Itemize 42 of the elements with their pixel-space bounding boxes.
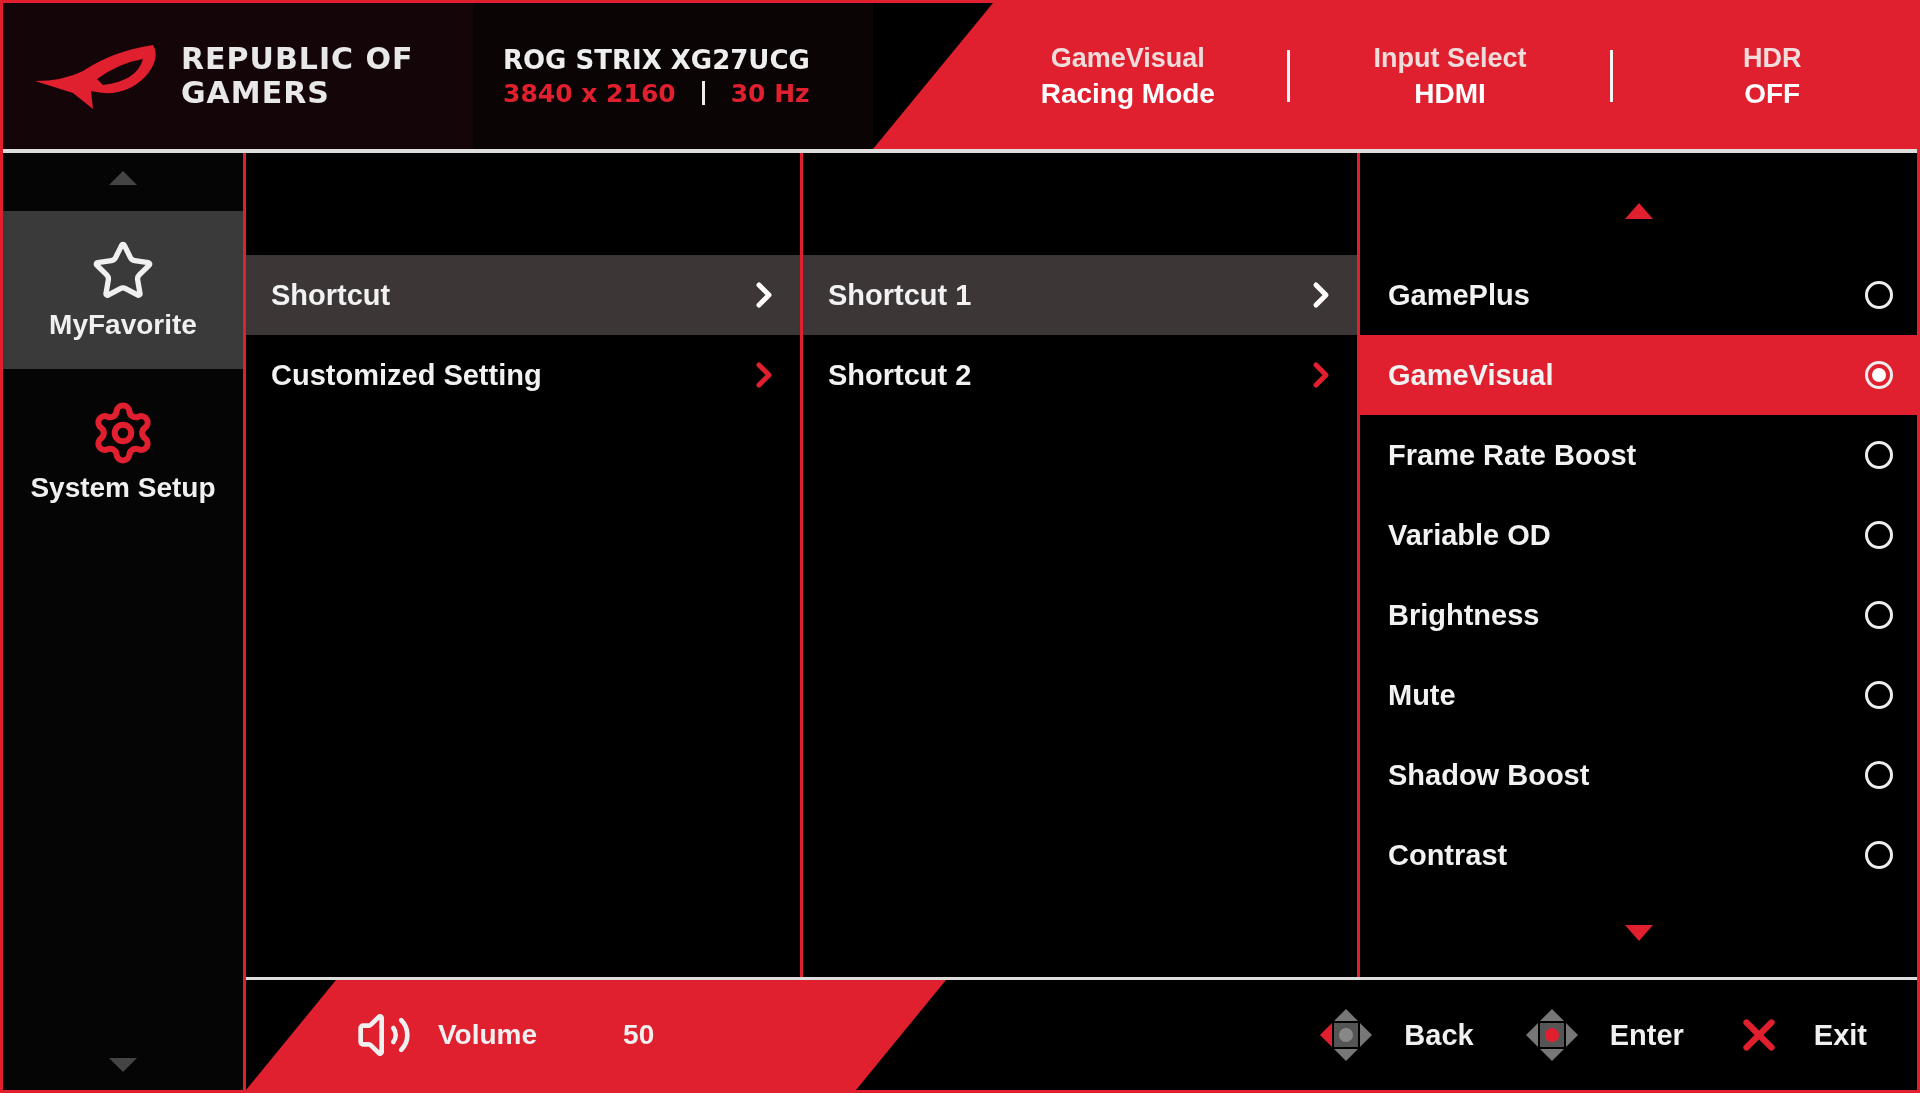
option-item[interactable]: GameVisual bbox=[1360, 335, 1917, 415]
radio-button[interactable] bbox=[1865, 761, 1893, 789]
refresh-rate-text: 30 Hz bbox=[730, 78, 810, 108]
radio-button[interactable] bbox=[1865, 521, 1893, 549]
control-hint: Exit bbox=[1813, 1018, 1867, 1052]
radio-button[interactable] bbox=[1865, 281, 1893, 309]
status-label: Input Select bbox=[1373, 42, 1527, 74]
control-hint: Enter bbox=[1609, 1018, 1684, 1052]
down-arrow-icon bbox=[109, 1058, 137, 1072]
radio-button[interactable] bbox=[1865, 441, 1893, 469]
resolution-text: 3840 x 2160 bbox=[503, 78, 676, 108]
status-value: Racing Mode bbox=[1040, 77, 1215, 110]
down-arrow-icon bbox=[1624, 925, 1653, 941]
option-item[interactable]: Mute bbox=[1360, 655, 1917, 735]
radio-button[interactable] bbox=[1865, 361, 1893, 389]
option-item[interactable]: Variable OD bbox=[1360, 495, 1917, 575]
sidebar-item[interactable]: System Setup bbox=[3, 377, 243, 527]
volume-value: 50 bbox=[623, 1019, 655, 1051]
option-item[interactable]: Shadow Boost bbox=[1360, 735, 1917, 815]
sidebar-item[interactable]: MyFavorite bbox=[3, 211, 243, 369]
option-item[interactable]: Brightness bbox=[1360, 575, 1917, 655]
volume-label: Volume bbox=[438, 1019, 538, 1051]
status-value: HDMI bbox=[1414, 77, 1486, 110]
menu-item[interactable]: Shortcut 2 bbox=[803, 335, 1357, 415]
menu-item[interactable]: Customized Setting bbox=[246, 335, 800, 415]
option-item[interactable]: Contrast bbox=[1360, 815, 1917, 895]
option-item[interactable]: GamePlus bbox=[1360, 255, 1917, 335]
radio-button[interactable] bbox=[1865, 841, 1893, 869]
status-label: GameVisual bbox=[1050, 42, 1205, 74]
up-arrow-icon bbox=[109, 171, 137, 185]
model-name: ROG STRIX XG27UCG bbox=[503, 44, 811, 75]
status-label: HDR bbox=[1742, 42, 1802, 74]
option-item[interactable]: Frame Rate Boost bbox=[1360, 415, 1917, 495]
menu-item[interactable]: Shortcut bbox=[246, 255, 800, 335]
control-hint: Back bbox=[1404, 1018, 1474, 1052]
status-value: OFF bbox=[1744, 77, 1801, 110]
radio-button[interactable] bbox=[1865, 681, 1893, 709]
menu-item[interactable]: Shortcut 1 bbox=[803, 255, 1357, 335]
brand-name: REPUBLIC OF GAMERS bbox=[181, 42, 414, 110]
radio-button[interactable] bbox=[1865, 601, 1893, 629]
direction-pad-icon bbox=[1318, 1007, 1375, 1063]
up-arrow-icon bbox=[1624, 203, 1653, 219]
